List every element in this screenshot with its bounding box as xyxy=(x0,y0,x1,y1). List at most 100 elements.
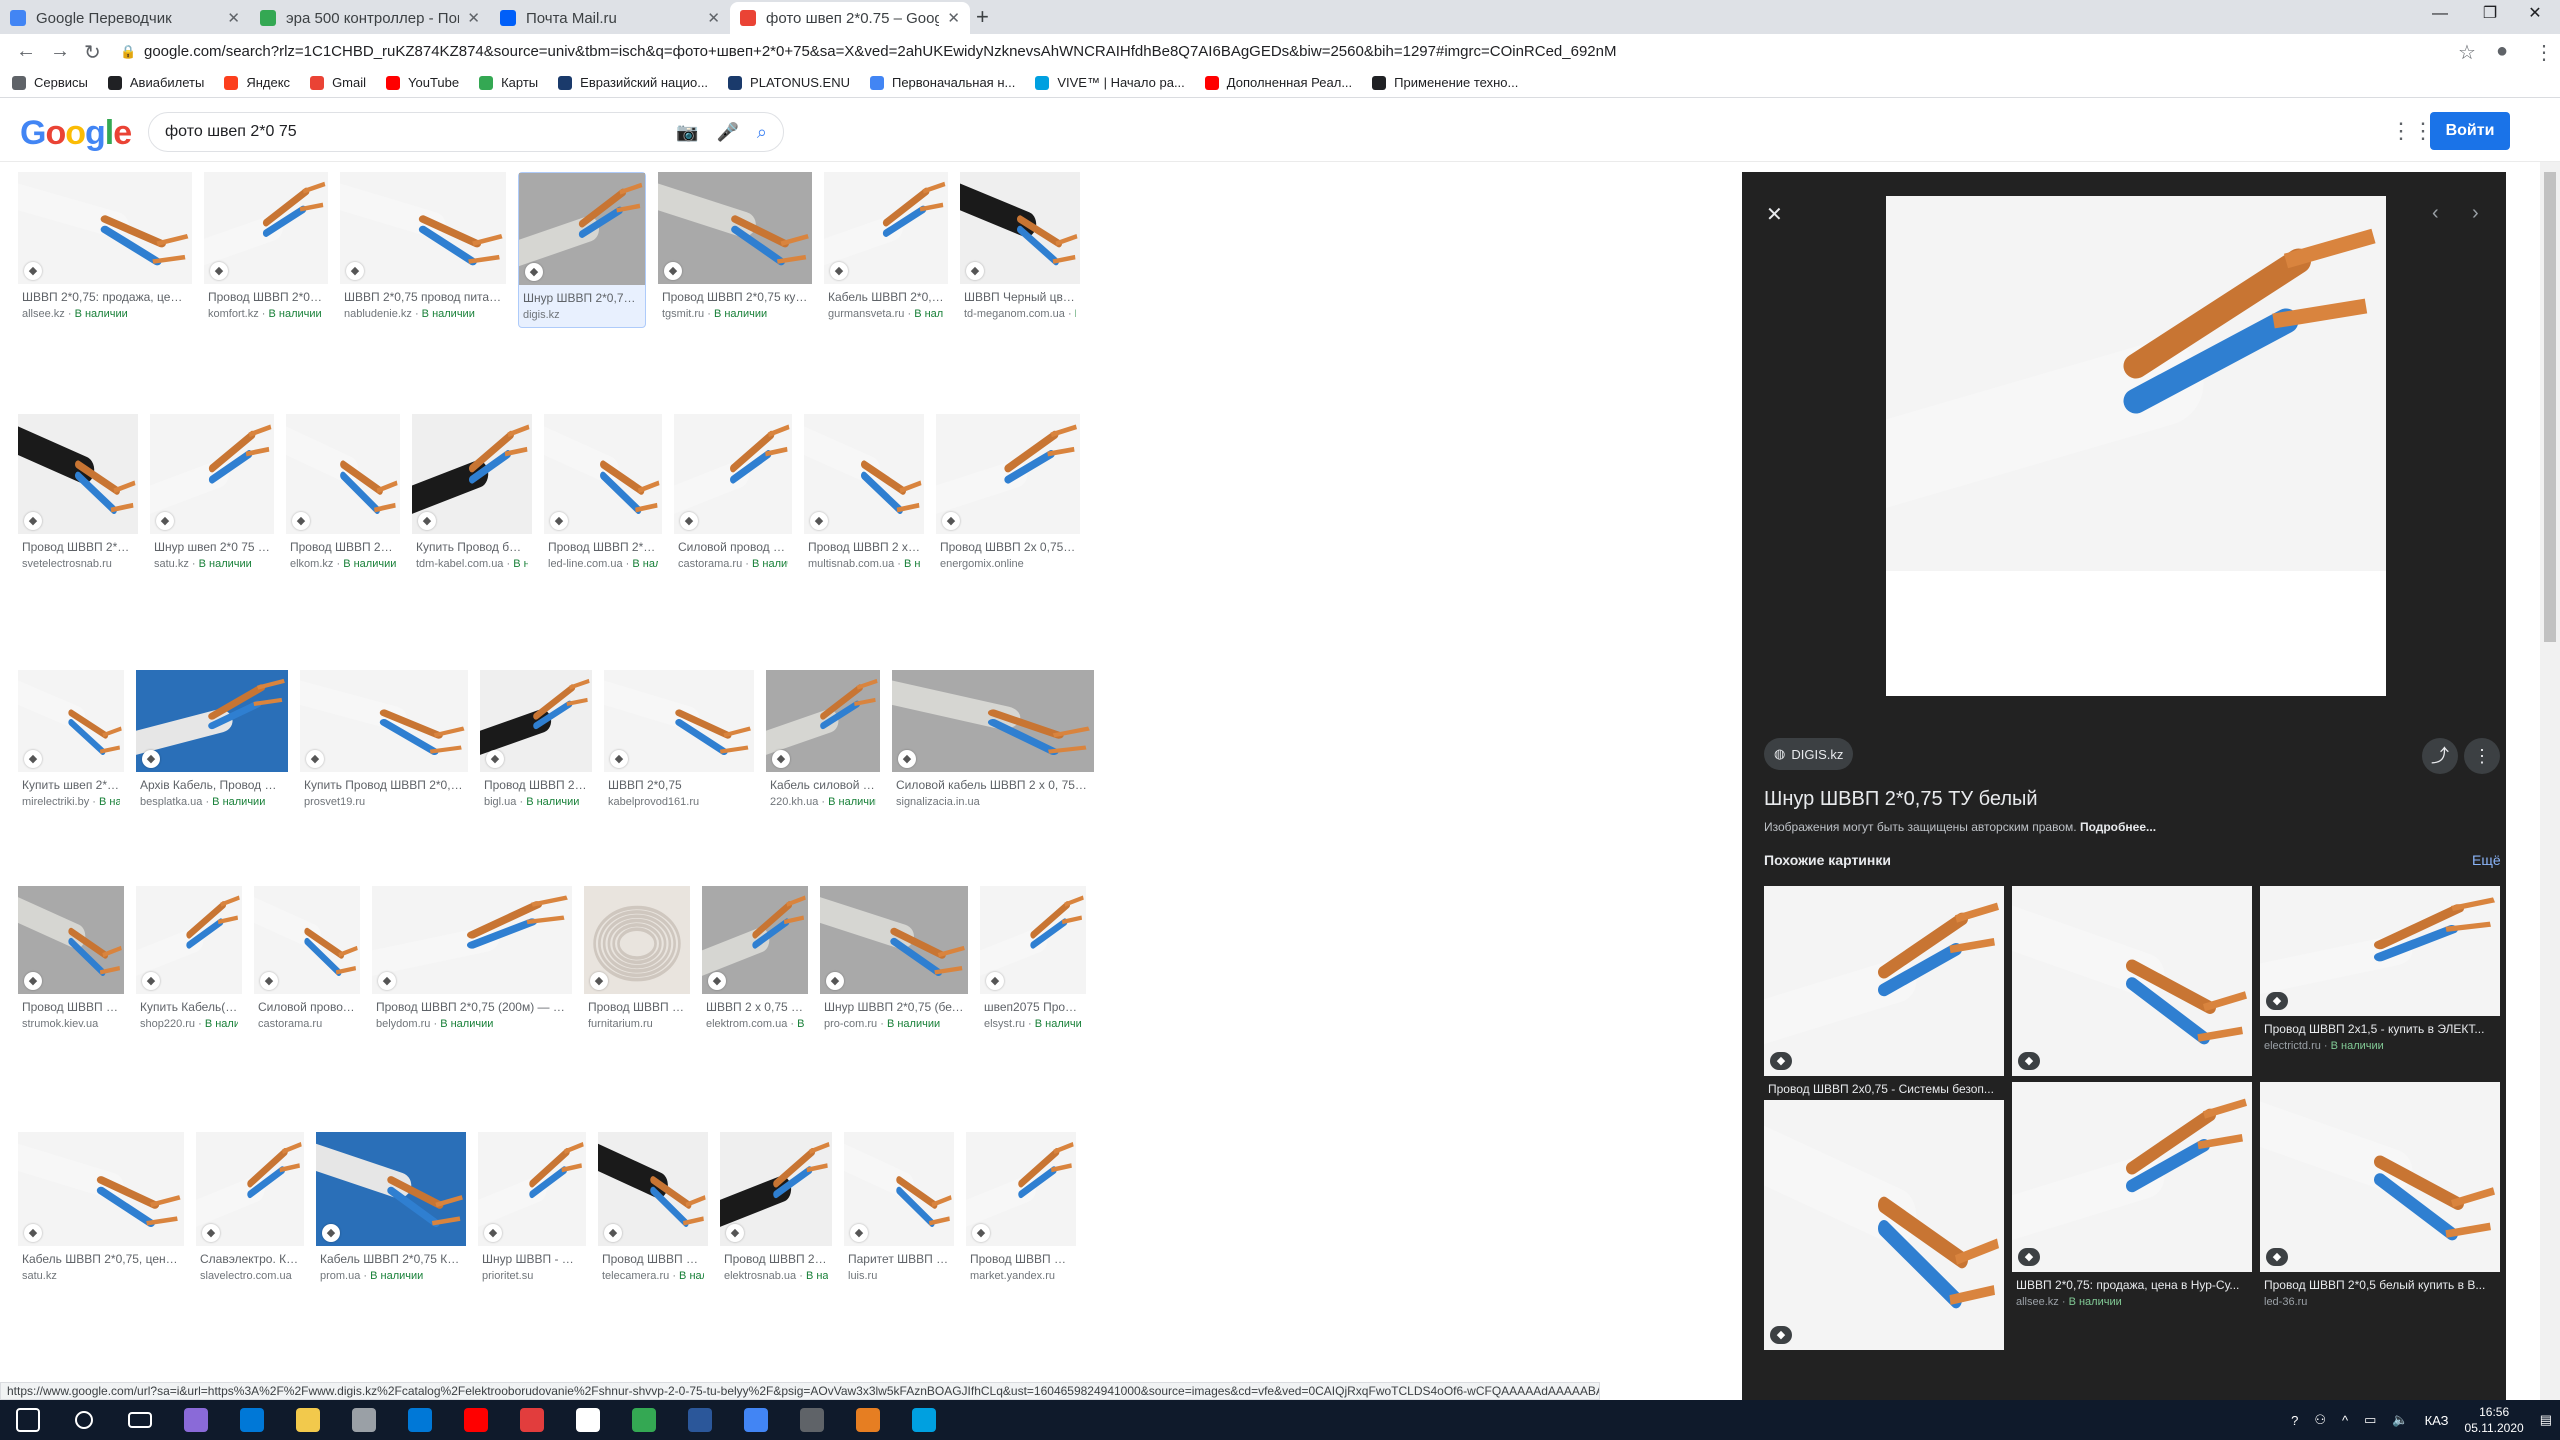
sign-in-button[interactable]: Войти xyxy=(2430,112,2510,150)
more-options-icon[interactable]: ⋮ xyxy=(2464,738,2500,774)
result-caption[interactable]: Провод ШВВП 2х0.75 кв. м... xyxy=(970,1252,1072,1266)
bookmark-item[interactable]: Первоначальная н... xyxy=(869,75,1015,90)
source-site-chip[interactable]: ◍ DIGIS.kz xyxy=(1764,738,1854,770)
close-icon[interactable]: ✕ xyxy=(1766,202,1783,227)
similar-image[interactable]: ◆ Провод ШВВП 2х1,5 - купить в ЭЛЕКТ... el… xyxy=(2260,886,2500,1062)
app-icon[interactable] xyxy=(840,1400,896,1440)
people-icon[interactable]: ⚇ xyxy=(2314,1412,2326,1428)
bookmark-item[interactable]: Сервисы xyxy=(12,75,88,90)
profile-icon[interactable]: ● xyxy=(2496,40,2508,63)
image-result[interactable]: ◆ Провод ШВВП 2х0,75 200 м: Кабел... telec… xyxy=(598,1132,708,1290)
bookmark-star-icon[interactable]: ☆ xyxy=(2458,40,2476,65)
image-result[interactable]: ◆ Кабель ШВВП 2*0,75 Белый по ... gurmansv… xyxy=(824,172,948,328)
result-caption[interactable]: Провод ШВВП 2*0,75 купить в Улан-Удэ xyxy=(662,290,808,304)
edge-icon[interactable] xyxy=(224,1400,280,1440)
image-result[interactable]: ◆ Провод ШВВП 2*0,75 | СветЭл... svetelect… xyxy=(18,414,138,578)
result-caption[interactable]: ШВВП 2*0,75 провод питания: продажа, це.… xyxy=(344,290,502,304)
help-icon[interactable]: ? xyxy=(2291,1413,2298,1428)
app-icon[interactable] xyxy=(896,1400,952,1440)
result-caption[interactable]: Провод ШВВП 2*0,75 ~ Led-Li... xyxy=(548,540,658,554)
image-result[interactable]: ◆ Провод ШВВП 2*0,75 белый : к... komfort.… xyxy=(204,172,328,328)
result-caption[interactable]: Шнур ШВВП - Приоритет xyxy=(482,1252,582,1266)
image-result[interactable]: ◆ Архів Кабель, Провод Швеп 2*0,75 и д...… xyxy=(136,670,288,816)
opera-icon[interactable] xyxy=(504,1400,560,1440)
result-caption[interactable]: Кабель силовой ШВВП 2 ... xyxy=(770,778,876,792)
windows-start-icon[interactable] xyxy=(0,1400,56,1440)
image-result[interactable]: ◆ ШВВП 2*0,75 провод питания: продажа, це… xyxy=(340,172,506,328)
tab-search-era[interactable]: эра 500 контроллер - Поиск в Google ✕ xyxy=(250,2,490,34)
chevron-left-icon[interactable]: ‹ xyxy=(2432,202,2439,225)
chevron-up-icon[interactable]: ^ xyxy=(2342,1413,2348,1428)
result-caption[interactable]: Провод ШВВП 2*0,75 | СветЭл... xyxy=(22,540,134,554)
result-caption[interactable]: ШВВП 2 х 0,75 ПК: продаж... xyxy=(706,1000,804,1014)
image-result[interactable]: ◆ Провод ШВВП 2*0,75 купить ... elkom.kz ·… xyxy=(286,414,400,578)
result-caption[interactable]: Провод ШВВП 2*0,75 (200м) — купить в Кал… xyxy=(376,1000,568,1014)
word-icon[interactable] xyxy=(672,1400,728,1440)
result-caption[interactable]: швеп2075 Провод ШВВП ... xyxy=(984,1000,1082,1014)
bookmark-item[interactable]: VIVE™ | Начало ра... xyxy=(1035,75,1185,90)
microphone-icon[interactable]: 🎤 xyxy=(716,122,738,143)
close-tab-icon[interactable]: ✕ xyxy=(947,9,960,27)
network-icon[interactable]: ▭ xyxy=(2364,1412,2376,1428)
result-caption[interactable]: Силовой провод ГОСТ плоск... xyxy=(678,540,788,554)
result-caption[interactable]: ШВВП 2*0,75: продажа, цена в Нур-Султане… xyxy=(22,290,188,304)
image-result[interactable]: ◆ ШВВП Черный цвет 2*0,75 td-meganom.com.u… xyxy=(960,172,1080,328)
result-caption[interactable]: Провод ШВВП 2*0,75 Черн... xyxy=(484,778,588,792)
image-result[interactable]: ◆ Купить Провод ШВВП 2*0,75, цена prosvet1… xyxy=(300,670,468,816)
result-caption[interactable]: Провод ШВВП 2х0,75 мед... xyxy=(22,1000,120,1014)
similar-image[interactable]: ◆ xyxy=(1764,1100,2004,1396)
result-thumbnail[interactable] xyxy=(892,670,1094,772)
result-caption[interactable]: ШВВП 2*0,75 xyxy=(608,778,750,792)
chrome-active-icon[interactable] xyxy=(728,1400,784,1440)
similar-thumbnail[interactable] xyxy=(1764,1100,2004,1350)
more-similar-link[interactable]: Ещё xyxy=(2472,852,2501,868)
result-caption[interactable]: Купить швеп 2*0,75 в Ми... xyxy=(22,778,120,792)
app-icon[interactable] xyxy=(168,1400,224,1440)
image-result[interactable]: ◆ Шнур швеп 2*0 75 в Казахстан... satu.kz … xyxy=(150,414,274,578)
language-indicator[interactable]: КАЗ xyxy=(2425,1413,2449,1428)
clock[interactable]: 16:56 05.11.2020 xyxy=(2465,1404,2524,1436)
image-result[interactable]: ◆ Силовой провод ГОСТ плоск... castorama.r… xyxy=(674,414,792,578)
result-caption[interactable]: Силовой провод ШВВП 2 ... xyxy=(258,1000,356,1014)
page-scrollbar[interactable] xyxy=(2540,162,2560,1400)
image-result[interactable]: ◆ Провод ШВВП 2 х 0,75: прода... multisnab… xyxy=(804,414,924,578)
result-caption[interactable]: Кабель ШВВП 2*0,75, цена 60 Тг., купить … xyxy=(22,1252,180,1266)
similar-image[interactable]: ◆ ШВВП 2*0,75: продажа, цена в Нур-Су... a… xyxy=(2012,1082,2252,1318)
result-caption[interactable]: Шнур ШВВП 2*0,75 (бел) ГОСТ - Пром... xyxy=(824,1000,964,1014)
mail-icon[interactable] xyxy=(392,1400,448,1440)
bookmark-item[interactable]: Применение техно... xyxy=(1372,75,1518,90)
image-result[interactable]: ◆ Провод ШВВП 2х 0,75 (250) ГОСТ energomix… xyxy=(936,414,1080,578)
result-caption[interactable]: Славэлектро. Кабель и пр... xyxy=(200,1252,300,1266)
scrollbar-thumb[interactable] xyxy=(2544,172,2556,642)
result-thumbnail[interactable] xyxy=(340,172,506,284)
image-result[interactable]: ◆ Провод ШВВП 2*0,75 (200м) — купить в Ка… xyxy=(372,886,572,1038)
image-result[interactable]: ◆ Купить Провод бытовой ШВВ... tdm-kabel.c… xyxy=(412,414,532,578)
result-caption[interactable]: Провод ШВВП 2*0,75 белый : к... xyxy=(208,290,324,304)
result-caption[interactable]: Провод ШВВП 2 х 0,75: прода... xyxy=(808,540,920,554)
task-view-icon[interactable] xyxy=(112,1400,168,1440)
forward-button[interactable]: → xyxy=(50,40,70,63)
result-thumbnail[interactable] xyxy=(18,1132,184,1246)
similar-caption[interactable]: Провод ШВВП 2*0,5 белый купить в В... xyxy=(2264,1278,2496,1292)
image-result[interactable]: ◆ Шнур ШВВП - Приоритет prioritet.su xyxy=(478,1132,586,1290)
result-caption[interactable]: Шнур швеп 2*0 75 в Казахстан... xyxy=(154,540,270,554)
search-icon[interactable] xyxy=(56,1400,112,1440)
result-caption[interactable]: Купить Провод ШВВП 2*0,75, цена xyxy=(304,778,464,792)
minimize-button[interactable]: — xyxy=(2420,0,2460,30)
file-explorer-icon[interactable] xyxy=(280,1400,336,1440)
result-caption[interactable]: Провод ШВВП 2/0,75 медн... xyxy=(724,1252,828,1266)
bookmark-item[interactable]: Gmail xyxy=(310,75,366,90)
result-caption[interactable]: ШВВП Черный цвет 2*0,75 xyxy=(964,290,1076,304)
result-thumbnail[interactable] xyxy=(372,886,572,994)
similar-image[interactable]: ◆Провод ШВВП 2х0,75 - Системы безоп...or… xyxy=(1764,886,2004,1122)
close-window-button[interactable]: ✕ xyxy=(2515,0,2555,30)
result-caption[interactable]: Паритет ШВВП 2*0,75, шнур... xyxy=(848,1252,950,1266)
result-caption[interactable]: Кабель ШВВП 2*0,75 Белый по ... xyxy=(828,290,944,304)
preview-image[interactable] xyxy=(1818,196,2386,696)
image-result[interactable]: ◆ Провод ШВВП 2х0.75 кв. м... market.yande… xyxy=(966,1132,1076,1290)
more-info-link[interactable]: Подробнее... xyxy=(2080,820,2156,834)
search-input[interactable]: фото швеп 2*0 75 xyxy=(165,123,658,141)
result-caption[interactable]: Провод ШВВП 2*0,75 купить ... xyxy=(290,540,396,554)
image-result[interactable]: ◆ Кабель ШВВП 2*0,75 Каблекс Одесса (... p… xyxy=(316,1132,466,1290)
tab-image-search[interactable]: фото швеп 2*0.75 – Google Поиск ✕ xyxy=(730,2,970,34)
